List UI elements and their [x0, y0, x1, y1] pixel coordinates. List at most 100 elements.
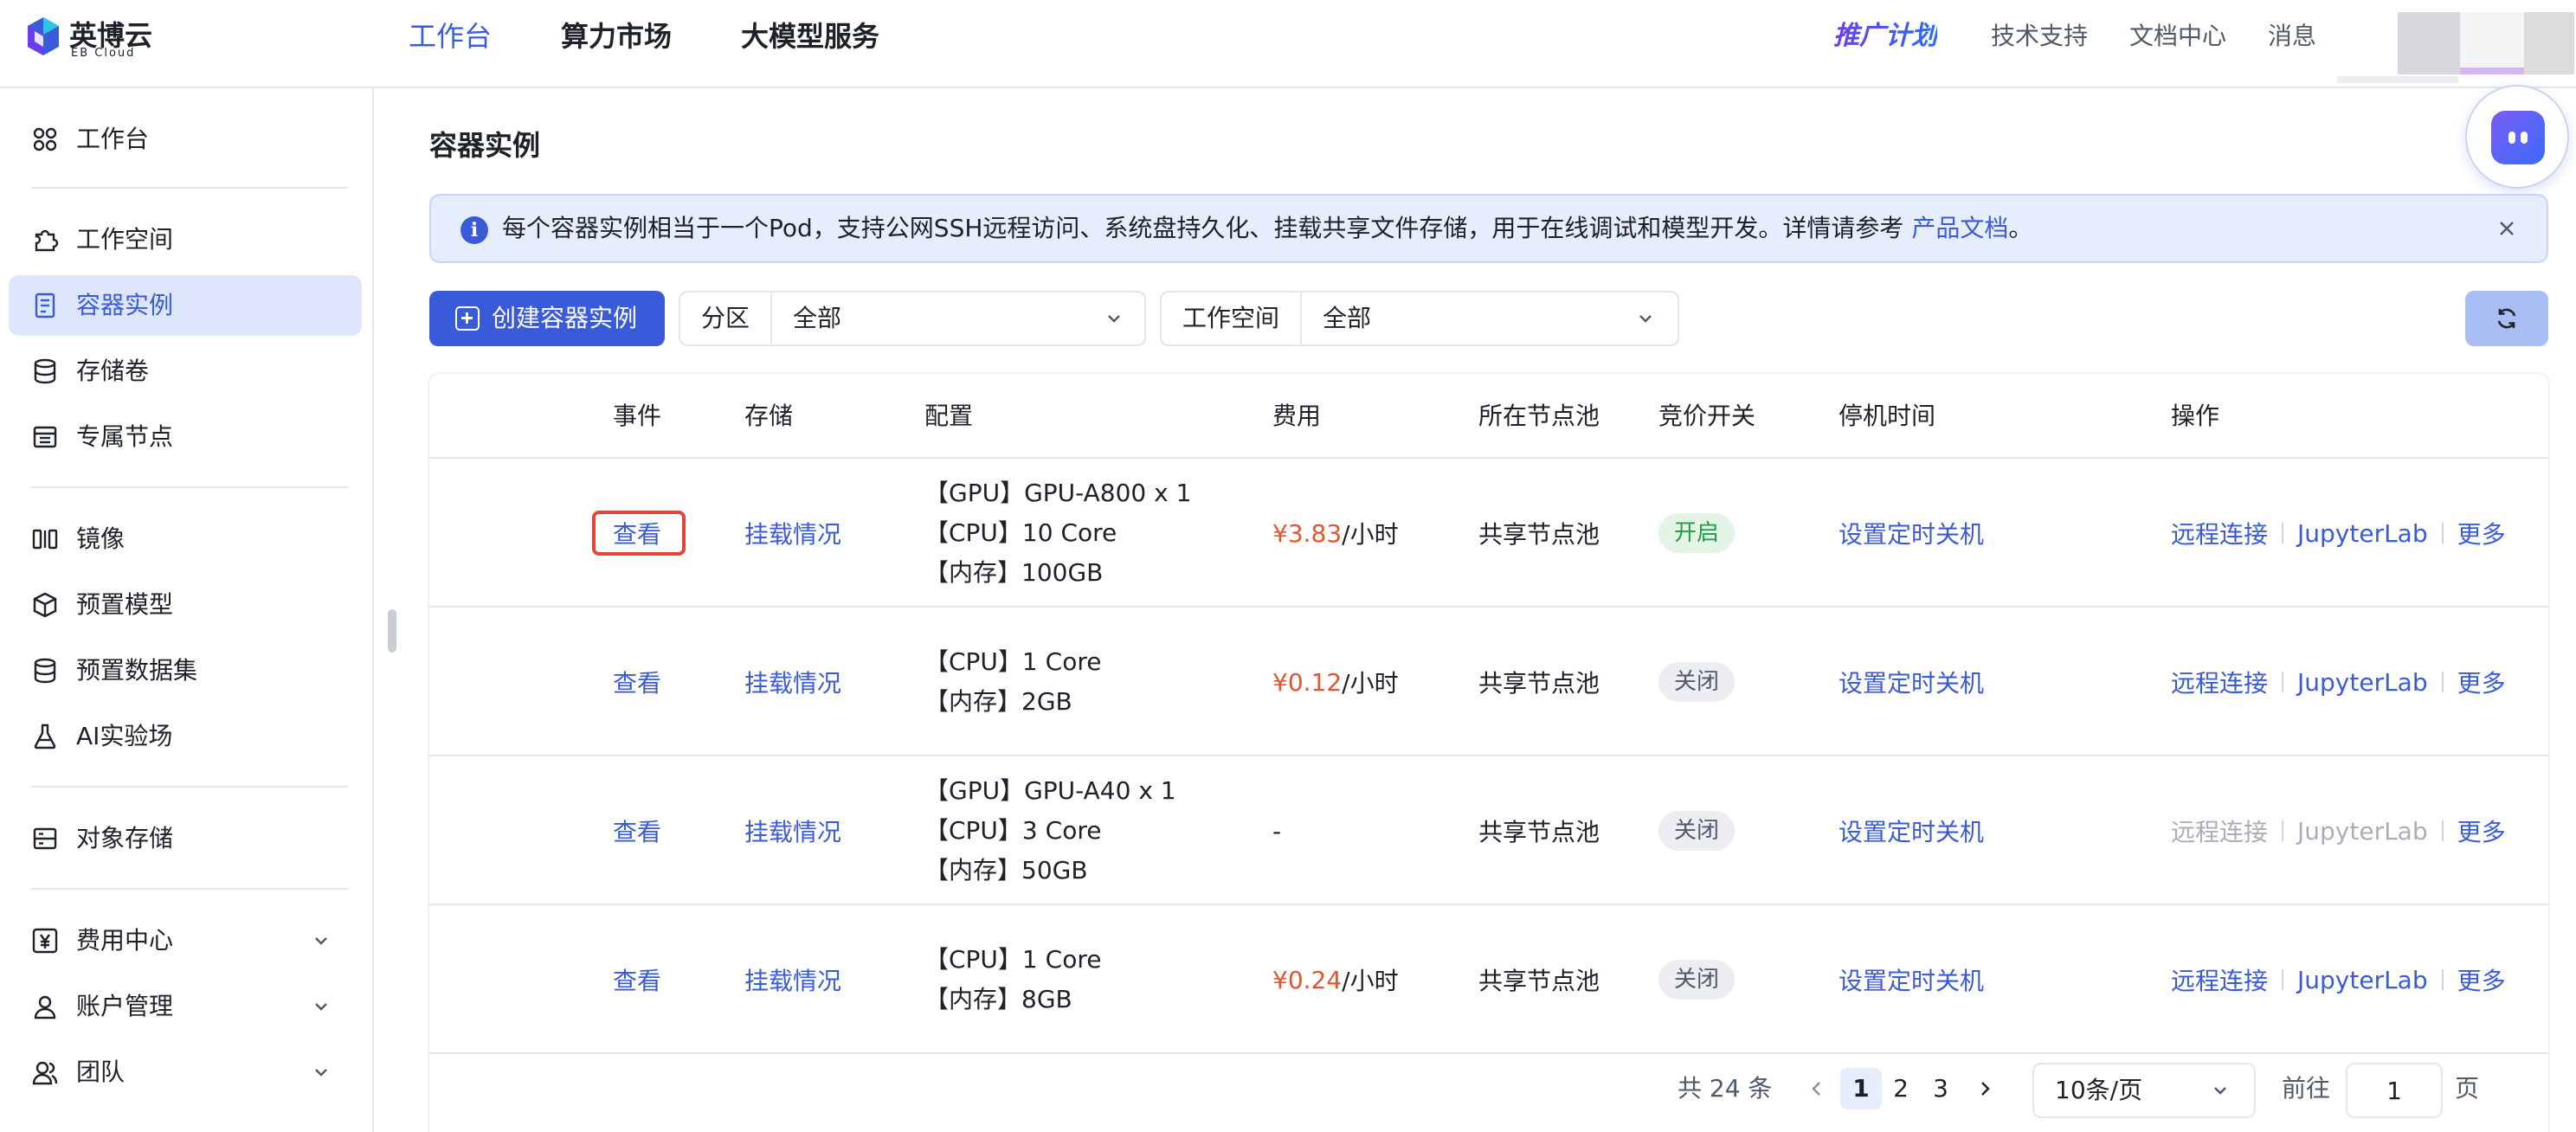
bid-switch-cell: 开启: [1658, 459, 1736, 608]
cost-cell: -: [1272, 756, 1281, 905]
sidebar: 工作台 工作空间 容器实例 存储卷 专属节点 镜像 预置模型 预置数据集 AI实…: [0, 88, 374, 1132]
more-actions-link[interactable]: 更多: [2457, 516, 2506, 550]
promo-plan-link[interactable]: 推广计划: [1833, 17, 1937, 55]
avatar-block: [2460, 12, 2524, 74]
price-value: ¥3.83: [1272, 518, 1343, 548]
mount-status-link[interactable]: 挂载情况: [744, 608, 841, 756]
sidebar-item-images[interactable]: 镜像: [9, 509, 362, 569]
mount-status-link[interactable]: 挂载情况: [744, 905, 841, 1054]
messages-link[interactable]: 消息: [2268, 17, 2316, 55]
status-badge: 关闭: [1658, 662, 1736, 702]
cost-cell: ¥0.24 /小时: [1272, 905, 1399, 1054]
user-icon: [34, 995, 56, 1019]
chevron-right-icon[interactable]: [1974, 1077, 1996, 1100]
table-row: 查看 挂载情况 【CPU】1 Core 【内存】8GB ¥0.24 /小时 共享…: [429, 905, 2548, 1054]
sidebar-item-account-management[interactable]: 账户管理: [9, 976, 362, 1037]
more-actions-link[interactable]: 更多: [2457, 962, 2506, 997]
team-icon: [32, 1061, 58, 1085]
sidebar-item-label: 工作空间: [76, 225, 174, 254]
config-line: 【CPU】1 Core: [924, 647, 1102, 676]
workspace-select-value[interactable]: 全部: [1323, 293, 1371, 344]
remote-connect-link[interactable]: 远程连接: [2171, 665, 2268, 699]
chevron-left-icon[interactable]: [1806, 1077, 1828, 1100]
notice-end: 。: [2008, 214, 2033, 242]
refresh-button[interactable]: [2465, 291, 2548, 346]
ai-assistant-button[interactable]: [2465, 85, 2569, 189]
divider: [2282, 969, 2284, 990]
sidebar-item-workspace[interactable]: 工作空间: [9, 209, 362, 270]
view-events-link[interactable]: 查看: [613, 608, 661, 756]
topnav-workbench[interactable]: 工作台: [409, 17, 492, 55]
set-shutdown-link[interactable]: 设置定时关机: [1839, 756, 1984, 905]
sidebar-item-ai-playground[interactable]: AI实验场: [9, 706, 362, 767]
sidebar-item-label: 容器实例: [76, 291, 174, 319]
page-button-2[interactable]: 2: [1880, 1068, 1922, 1109]
view-events-link[interactable]: 查看: [613, 756, 661, 905]
partition-select-value[interactable]: 全部: [793, 293, 841, 344]
mount-status-link[interactable]: 挂载情况: [744, 459, 841, 608]
sidebar-item-storage-volumes[interactable]: 存储卷: [9, 341, 362, 402]
topnav-compute-market[interactable]: 算力市场: [561, 17, 672, 55]
divider: [2441, 523, 2444, 543]
sidebar-item-billing-center[interactable]: 费用中心: [9, 910, 362, 971]
actions-cell: 远程连接 JupyterLab 更多: [2171, 756, 2506, 905]
sidebar-item-label: 工作台: [76, 125, 150, 153]
chevron-down-icon: [315, 937, 327, 945]
status-badge: 关闭: [1658, 960, 1736, 1000]
create-instance-button[interactable]: 创建容器实例: [429, 291, 665, 346]
set-shutdown-link[interactable]: 设置定时关机: [1839, 905, 1984, 1054]
create-instance-label: 创建容器实例: [492, 304, 638, 332]
config-line: 【内存】2GB: [924, 687, 1072, 716]
logo[interactable]: 英博云 EB Cloud: [26, 12, 164, 61]
notice-text: 每个容器实例相当于一个Pod，支持公网SSH远程访问、系统盘持久化、挂载共享文件…: [502, 196, 2032, 261]
mount-status-link[interactable]: 挂载情况: [744, 756, 841, 905]
container-icon: [35, 293, 55, 318]
avatar-block: [2398, 12, 2460, 74]
remote-connect-link[interactable]: 远程连接: [2171, 962, 2268, 997]
topnav-llm-service[interactable]: 大模型服务: [741, 17, 879, 55]
remote-connect-link[interactable]: 远程连接: [2171, 516, 2268, 550]
sidebar-item-object-storage[interactable]: 对象存储: [9, 808, 362, 869]
workspace-filter[interactable]: 工作空间 全部: [1160, 291, 1679, 346]
more-actions-link[interactable]: 更多: [2457, 665, 2506, 699]
storage-icon: [33, 827, 57, 850]
sidebar-item-preset-datasets[interactable]: 预置数据集: [9, 640, 362, 701]
jupyterlab-link[interactable]: JupyterLab: [2297, 668, 2428, 697]
column-header-event: 事件: [613, 402, 662, 430]
sidebar-item-label: AI实验场: [76, 722, 173, 750]
docs-center-link[interactable]: 文档中心: [2129, 17, 2226, 55]
sidebar-item-workbench[interactable]: 工作台: [9, 109, 362, 170]
view-events-link[interactable]: 查看: [613, 905, 661, 1054]
config-line: 【内存】8GB: [924, 985, 1072, 1013]
set-shutdown-link[interactable]: 设置定时关机: [1839, 459, 1984, 608]
page-size-select[interactable]: 10条/页: [2032, 1063, 2256, 1118]
tech-support-link[interactable]: 技术支持: [1991, 17, 2088, 55]
user-avatar-area[interactable]: [2337, 12, 2576, 85]
page-button-3[interactable]: 3: [1920, 1068, 1961, 1109]
column-header-node-pool: 所在节点池: [1478, 402, 1600, 430]
sidebar-item-container-instances[interactable]: 容器实例: [9, 275, 362, 336]
price-unit: /小时: [1342, 669, 1399, 698]
sidebar-item-label: 账户管理: [76, 992, 174, 1020]
avatar-block: [2524, 12, 2574, 74]
more-actions-link[interactable]: 更多: [2457, 814, 2506, 848]
set-shutdown-link[interactable]: 设置定时关机: [1839, 608, 1984, 756]
page-button-1[interactable]: 1: [1840, 1068, 1882, 1109]
sidebar-item-team[interactable]: 团队: [9, 1042, 362, 1103]
jupyterlab-link[interactable]: JupyterLab: [2297, 966, 2428, 994]
plus-square-icon: [455, 306, 480, 331]
sidebar-item-dedicated-nodes[interactable]: 专属节点: [9, 407, 362, 467]
remote-connect-link-disabled: 远程连接: [2171, 818, 2269, 846]
partition-filter[interactable]: 分区 全部: [679, 291, 1146, 346]
sidebar-resize-handle[interactable]: [388, 609, 396, 653]
database-icon: [34, 358, 56, 384]
jupyterlab-link[interactable]: JupyterLab: [2297, 519, 2428, 548]
sidebar-item-preset-models[interactable]: 预置模型: [9, 575, 362, 635]
config-cell: 【CPU】1 Core 【内存】8GB: [924, 905, 1101, 1054]
config-line: 【CPU】10 Core: [924, 518, 1117, 547]
product-docs-link[interactable]: 产品文档: [1911, 214, 2008, 242]
goto-page-input[interactable]: [2346, 1063, 2443, 1118]
config-cell: 【CPU】1 Core 【内存】2GB: [924, 608, 1101, 756]
close-icon[interactable]: [2493, 215, 2521, 242]
config-line: 【内存】100GB: [924, 558, 1104, 587]
